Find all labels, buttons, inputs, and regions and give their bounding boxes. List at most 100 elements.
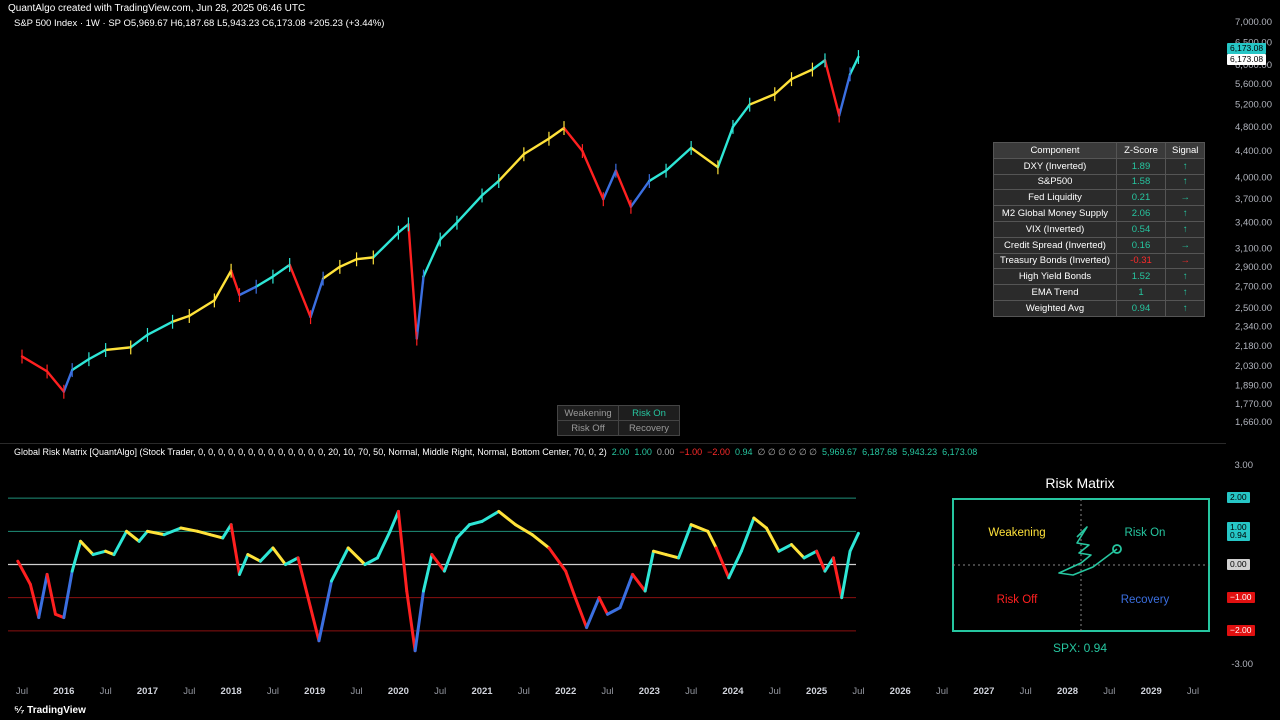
table-row: S&P500 1.58 ↑ xyxy=(993,173,1206,191)
time-tick-label: 2022 xyxy=(555,686,576,697)
oscillator-segment xyxy=(802,549,819,560)
price-tick-label: 2,700.00 xyxy=(1235,282,1272,293)
time-tick-label: Jul xyxy=(852,686,864,697)
zscore-cell: 0.94 xyxy=(1116,299,1166,317)
oscillator-segment xyxy=(137,529,149,543)
oscillator-chart[interactable]: 3.00-3.00 Jul 2016 Jul 2017 Jul 2018 Jul 2019 Ju… xyxy=(0,444,1280,701)
price-segment xyxy=(397,223,410,234)
time-tick-label: Jul xyxy=(16,686,28,697)
oscillator-segment xyxy=(585,596,601,630)
oscillator-segment xyxy=(346,546,367,566)
price-segment xyxy=(321,265,342,280)
legend-risk-on: Risk On xyxy=(618,405,680,421)
price-segment xyxy=(87,348,107,361)
tradingview-logo-icon: ⁵⁄₇ xyxy=(14,705,28,716)
oscillator-segment xyxy=(689,523,710,533)
oscillator-segment xyxy=(91,549,108,557)
price-segment xyxy=(415,275,425,340)
time-tick-label: 2020 xyxy=(388,686,409,697)
price-tick-label: 1,660.00 xyxy=(1235,417,1272,428)
oscillator-segment xyxy=(271,546,287,566)
price-tick-label: 1,890.00 xyxy=(1235,381,1272,392)
time-tick-label: Jul xyxy=(936,686,948,697)
oscillator-segment xyxy=(396,509,409,593)
oscillator-segment xyxy=(739,516,756,553)
col-signal: Signal xyxy=(1164,142,1206,159)
price-tick-label: 4,000.00 xyxy=(1235,172,1272,183)
tradingview-brand: TradingView xyxy=(27,705,86,716)
price-tick-label: 4,800.00 xyxy=(1235,122,1272,133)
oscillator-segment xyxy=(564,569,576,596)
zscore-cell: 1.52 xyxy=(1116,268,1166,286)
time-tick-label: Jul xyxy=(434,686,446,697)
price-segment xyxy=(288,263,312,319)
time-axis[interactable]: Jul 2016 Jul 2017 Jul 2018 Jul 2019 Jul 2020 Jul 20… xyxy=(16,686,1199,697)
price-segment xyxy=(773,77,793,96)
price-segment xyxy=(188,299,216,318)
signal-cell: → xyxy=(1164,252,1206,270)
matrix-label-weakening: Weakening xyxy=(988,527,1045,539)
tradingview-logo[interactable]: ⁵⁄₇ TradingView xyxy=(14,705,86,716)
oscillator-segment xyxy=(388,509,400,533)
matrix-trail-path xyxy=(1058,526,1118,576)
bottom-bar xyxy=(0,701,1280,720)
time-tick-label: Jul xyxy=(518,686,530,697)
component-cell: Weighted Avg xyxy=(993,299,1117,317)
oscillator-series xyxy=(16,509,860,653)
oscillator-reference-lines xyxy=(8,497,856,632)
price-segment xyxy=(455,194,484,224)
price-badge-close: 6,173.08 xyxy=(1227,54,1267,65)
oscillator-segment xyxy=(840,549,852,600)
oscillator-segment xyxy=(246,553,262,563)
time-tick-label: 2024 xyxy=(722,686,744,697)
top-bar: QuantAlgo created with TradingView.com, … xyxy=(0,0,1280,16)
zscore-cell: 1.89 xyxy=(1116,157,1166,175)
price-segment xyxy=(837,73,852,117)
price-segment xyxy=(629,179,651,208)
oscillator-segment xyxy=(480,509,501,523)
table-row: High Yield Bonds 1.52 ↑ xyxy=(993,268,1206,286)
price-segment xyxy=(104,346,132,352)
signal-cell: → xyxy=(1164,236,1206,254)
price-tick-label: 1,770.00 xyxy=(1235,399,1272,410)
oscillator-segment xyxy=(37,572,49,620)
price-segment xyxy=(811,59,827,71)
oscillator-segment xyxy=(677,523,693,560)
price-segment xyxy=(255,275,275,288)
spx-score: SPX: 0.94 xyxy=(1053,641,1107,655)
time-tick-label: Jul xyxy=(601,686,613,697)
time-tick-label: Jul xyxy=(1103,686,1115,697)
price-segment xyxy=(497,152,526,183)
oscillator-segment xyxy=(208,533,225,540)
table-row: Credit Spread (Inverted) 0.16 → xyxy=(993,236,1206,254)
col-component: Component xyxy=(993,142,1117,159)
price-segment xyxy=(309,277,325,319)
component-cell: Treasury Bonds (Inverted) xyxy=(993,252,1117,270)
component-cell: EMA Trend xyxy=(993,284,1117,301)
table-row: Treasury Bonds (Inverted) -0.31 → xyxy=(993,252,1206,270)
signal-cell: ↑ xyxy=(1164,299,1206,317)
time-tick-label: 2025 xyxy=(806,686,828,697)
time-tick-label: 2018 xyxy=(221,686,242,697)
time-tick-label: 2026 xyxy=(890,686,911,697)
oscillator-segment xyxy=(547,546,568,573)
oscillator-segment xyxy=(848,531,860,553)
oscillator-segment xyxy=(375,529,392,560)
component-cell: DXY (Inverted) xyxy=(993,157,1117,175)
price-segment xyxy=(70,357,91,372)
price-segment xyxy=(614,169,633,208)
table-row: EMA Trend 1 ↑ xyxy=(993,284,1206,301)
oscillator-tick-label: -3.00 xyxy=(1231,659,1253,670)
oscillator-segment xyxy=(631,572,647,593)
zscore-cell: -0.31 xyxy=(1116,252,1166,270)
time-tick-label: 2027 xyxy=(973,686,994,697)
time-tick-label: Jul xyxy=(1187,686,1199,697)
oscillator-segment xyxy=(413,589,425,653)
price-tick-label: 2,030.00 xyxy=(1235,361,1272,372)
matrix-label-risk-on: Risk On xyxy=(1125,527,1166,539)
time-tick-label: Jul xyxy=(1020,686,1032,697)
table-row: VIX (Inverted) 0.54 ↑ xyxy=(993,220,1206,238)
table-row: M2 Global Money Supply 2.06 ↑ xyxy=(993,205,1206,222)
oscillator-segment xyxy=(229,523,241,576)
oscillator-segment xyxy=(112,529,129,557)
